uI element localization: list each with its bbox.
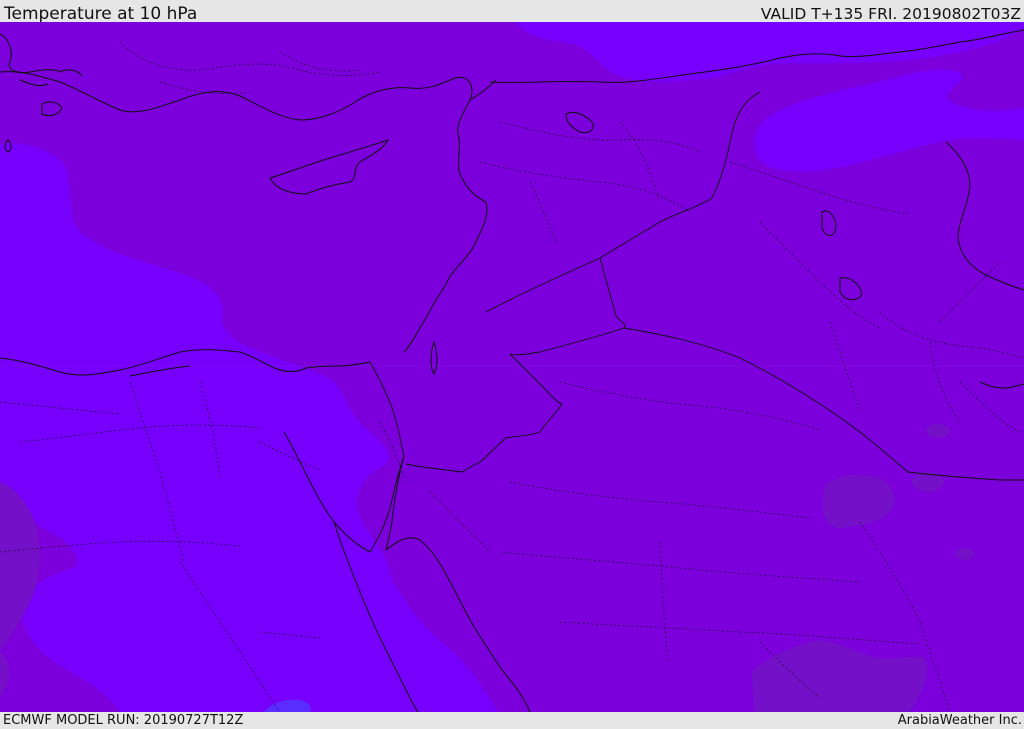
map-canvas bbox=[0, 22, 1024, 712]
header-bar: Temperature at 10 hPa VALID T+135 FRI. 2… bbox=[0, 0, 1024, 24]
map-panel bbox=[0, 22, 1024, 712]
field-contour-dark-5 bbox=[955, 548, 975, 560]
valid-time-label: VALID T+135 FRI. 20190802T03Z bbox=[760, 5, 1021, 23]
map-title: Temperature at 10 hPa bbox=[4, 4, 198, 24]
credit-label: ArabiaWeather Inc. bbox=[897, 713, 1022, 728]
model-run-label: ECMWF MODEL RUN: 20190727T12Z bbox=[3, 713, 244, 728]
footer-bar: ECMWF MODEL RUN: 20190727T12Z ArabiaWeat… bbox=[0, 712, 1024, 729]
field-contour-dark-3 bbox=[926, 424, 950, 438]
map-figure: Temperature at 10 hPa VALID T+135 FRI. 2… bbox=[0, 0, 1024, 729]
